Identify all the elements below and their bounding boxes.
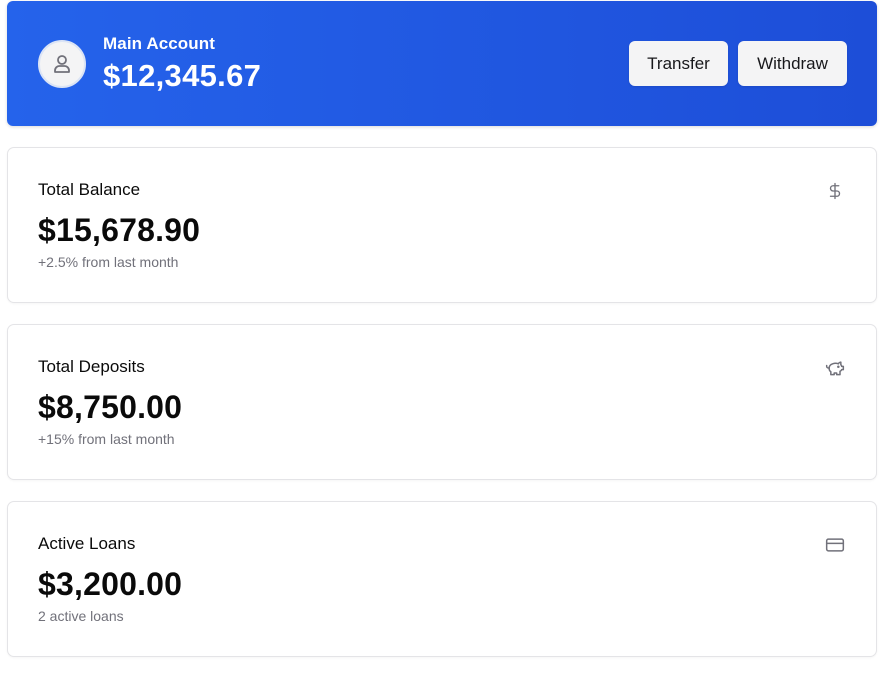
card-title: Total Balance xyxy=(38,180,141,199)
card-value: $3,200.00 xyxy=(38,566,183,602)
account-header: Main Account $12,345.67 Transfer Withdra… xyxy=(7,1,877,126)
card-subtitle: +15% from last month xyxy=(38,431,175,447)
active-loans-card: Active Loans $3,200.00 2 active loans xyxy=(7,501,877,657)
card-subtitle: +2.5% from last month xyxy=(38,254,179,270)
total-deposits-card: Total Deposits $8,750.00 +15% from last … xyxy=(7,324,877,480)
account-name: Main Account xyxy=(103,34,216,53)
credit-card-icon xyxy=(824,534,846,556)
card-value: $8,750.00 xyxy=(38,389,183,425)
account-balance: $12,345.67 xyxy=(103,58,262,93)
transfer-button[interactable]: Transfer xyxy=(629,41,728,86)
card-value: $15,678.90 xyxy=(38,212,201,248)
withdraw-button[interactable]: Withdraw xyxy=(738,41,847,86)
avatar xyxy=(38,40,86,88)
user-icon xyxy=(54,55,70,73)
total-balance-card: Total Balance $15,678.90 +2.5% from last… xyxy=(7,147,877,303)
card-title: Active Loans xyxy=(38,534,136,553)
piggy-bank-icon xyxy=(824,357,846,379)
dollar-sign-icon xyxy=(824,180,846,202)
card-subtitle: 2 active loans xyxy=(38,608,124,624)
card-title: Total Deposits xyxy=(38,357,145,376)
